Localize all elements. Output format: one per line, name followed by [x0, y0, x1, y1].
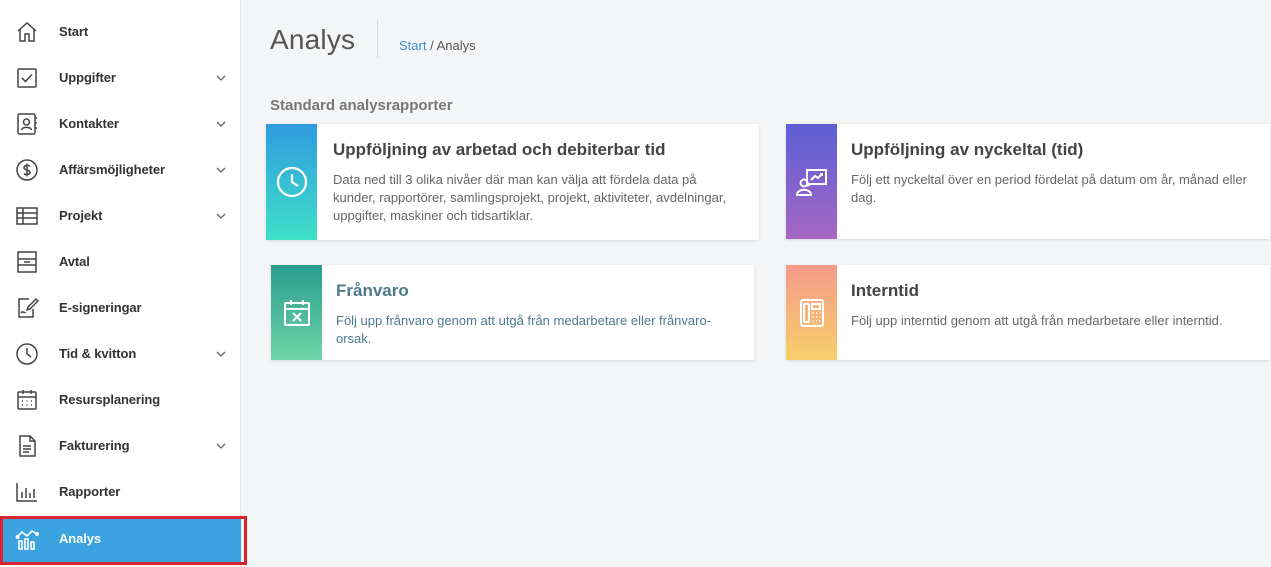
report-card-worked-billable-time[interactable]: Uppföljning av arbetad och debiterbar ti… [266, 124, 759, 240]
calendar-icon [15, 388, 39, 412]
sidebar-item-label: Tid & kvitton [59, 346, 137, 361]
section-heading: Standard analysrapporter [270, 97, 453, 114]
sidebar-item-avtal[interactable]: Avtal [0, 239, 241, 285]
calendar-x-icon [279, 295, 315, 331]
breadcrumb-home-link[interactable]: Start [399, 38, 426, 53]
card-icon-stripe [786, 265, 837, 360]
chevron-down-icon[interactable] [214, 71, 228, 85]
sidebar-item-fakturering[interactable]: Fakturering [0, 423, 241, 469]
sidebar: Start Uppgifter Kontakter Affärsmöjlighe… [0, 0, 241, 567]
card-title: Interntid [851, 281, 919, 300]
card-title: Uppföljning av arbetad och debiterbar ti… [333, 140, 666, 159]
chevron-down-icon[interactable] [214, 347, 228, 361]
bar-chart-icon [15, 480, 39, 504]
sidebar-item-resursplanering[interactable]: Resursplanering [0, 377, 241, 423]
card-description: Följ ett nyckeltal över en period fördel… [851, 172, 1247, 205]
breadcrumb-current: Analys [436, 38, 476, 53]
contract-icon [15, 250, 39, 274]
sidebar-item-label: Affärsmöjligheter [59, 162, 165, 177]
sidebar-item-analys[interactable]: Analys [0, 516, 241, 562]
sidebar-item-label: Resursplanering [59, 392, 161, 407]
breadcrumb: Start / Analys [399, 38, 476, 53]
card-icon-stripe [266, 124, 317, 240]
analytics-icon [15, 527, 39, 551]
card-description: Data ned till 3 olika nivåer där man kan… [333, 172, 727, 223]
contact-card-icon [15, 112, 39, 136]
chevron-down-icon[interactable] [214, 439, 228, 453]
sidebar-item-label: Uppgifter [59, 70, 116, 85]
sidebar-item-uppgifter[interactable]: Uppgifter [0, 55, 241, 101]
report-card-key-figures[interactable]: Uppföljning av nyckeltal (tid) Följ ett … [786, 124, 1270, 239]
sidebar-item-label: Avtal [59, 254, 90, 269]
breadcrumb-separator: / [430, 38, 434, 53]
page-title: Analys [270, 24, 356, 55]
report-card-internal-time[interactable]: Interntid Följ upp interntid genom att u… [786, 265, 1270, 360]
sidebar-item-label: Analys [59, 531, 102, 546]
document-icon [15, 434, 39, 458]
sidebar-item-label: Kontakter [59, 116, 119, 131]
clock-icon [274, 164, 310, 200]
presentation-icon [794, 164, 830, 200]
title-divider [377, 20, 378, 58]
sidebar-item-tid-kvitton[interactable]: Tid & kvitton [0, 331, 241, 377]
sidebar-item-label: Fakturering [59, 438, 130, 453]
sidebar-item-e-signeringar[interactable]: E-signeringar [0, 285, 241, 331]
office-phone-icon [794, 295, 830, 331]
card-title: Uppföljning av nyckeltal (tid) [851, 140, 1084, 159]
report-card-absence[interactable]: Frånvaro Följ upp frånvaro genom att utg… [271, 265, 754, 360]
sidebar-item-label: Projekt [59, 208, 103, 223]
card-title: Frånvaro [336, 281, 409, 300]
sidebar-item-label: Start [59, 24, 89, 39]
sidebar-item-kontakter[interactable]: Kontakter [0, 101, 241, 147]
card-description: Följ upp frånvaro genom att utgå från me… [336, 313, 712, 346]
card-description: Följ upp interntid genom att utgå från m… [851, 313, 1223, 328]
chevron-down-icon[interactable] [214, 209, 228, 223]
sidebar-item-projekt[interactable]: Projekt [0, 193, 241, 239]
sidebar-item-label: Rapporter [59, 484, 121, 499]
table-icon [15, 204, 39, 228]
dollar-icon [15, 158, 39, 182]
checkbox-icon [15, 66, 39, 90]
sidebar-item-label: E-signeringar [59, 300, 142, 315]
signature-icon [15, 296, 39, 320]
sidebar-item-start[interactable]: Start [0, 9, 241, 55]
sidebar-item-rapporter[interactable]: Rapporter [0, 469, 241, 515]
clock-icon [15, 342, 39, 366]
home-icon [15, 20, 39, 44]
card-icon-stripe [786, 124, 837, 239]
sidebar-item-affarsmojligheter[interactable]: Affärsmöjligheter [0, 147, 241, 193]
card-icon-stripe [271, 265, 322, 360]
chevron-down-icon[interactable] [214, 163, 228, 177]
chevron-down-icon[interactable] [214, 117, 228, 131]
